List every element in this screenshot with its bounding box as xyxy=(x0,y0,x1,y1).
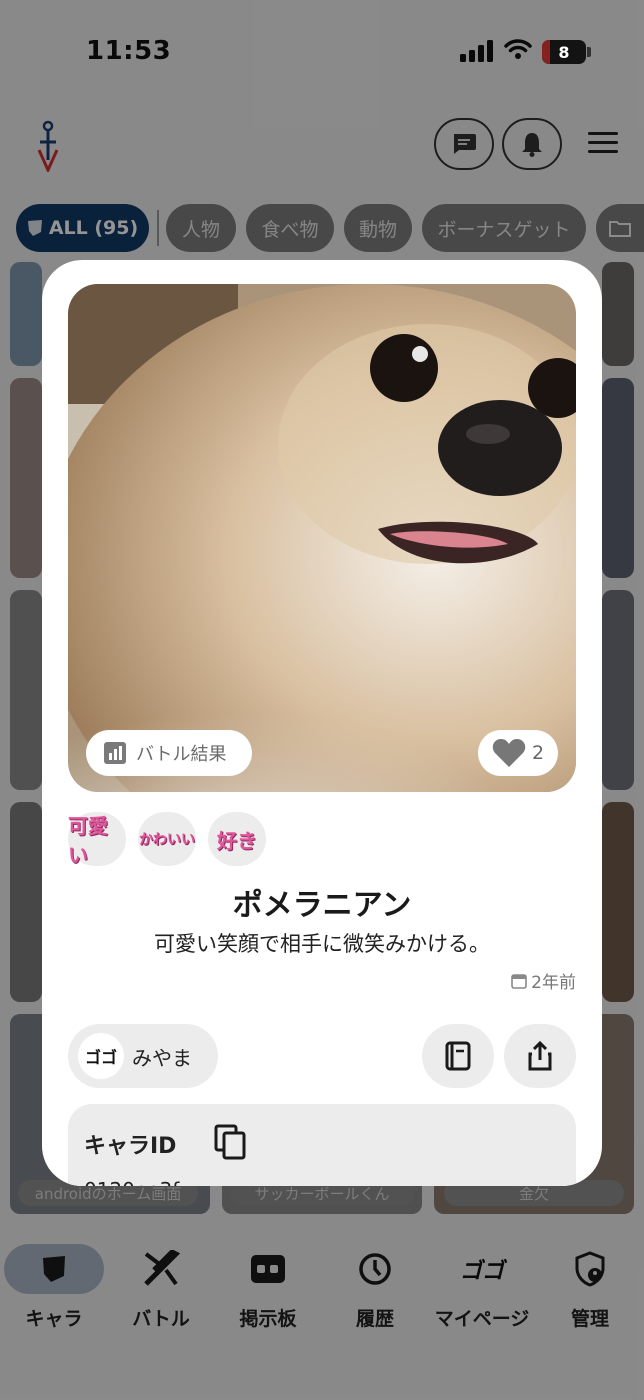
avatar: ゴゴ xyxy=(78,1033,124,1079)
author-chip[interactable]: ゴゴ みやま xyxy=(68,1024,218,1088)
bar-chart-icon xyxy=(104,742,126,764)
created-date: 2年前 xyxy=(511,968,576,993)
character-description: 可愛い笑顔で相手に微笑みかける。 xyxy=(154,932,490,956)
tag-badge[interactable]: かわいい xyxy=(138,812,196,866)
like-button[interactable]: 2 xyxy=(478,730,558,776)
character-id-box: キャラID 0120ee3f xyxy=(68,1104,576,1186)
tag-badge[interactable]: 好き xyxy=(208,812,266,866)
share-icon xyxy=(528,1041,552,1071)
character-name: ポメラニアン xyxy=(232,888,412,923)
book-button[interactable] xyxy=(422,1024,494,1088)
calendar-icon xyxy=(511,973,527,989)
tag-list: 可愛い かわいい 好き xyxy=(68,812,266,867)
battery-level: 8 xyxy=(558,42,570,62)
like-count: 2 xyxy=(531,742,545,764)
tag-badge[interactable]: 可愛い xyxy=(68,812,126,867)
character-detail-card: バトル結果 2 可愛い かわいい 好き ポメラニアン 可愛い笑顔で相手に微笑みか… xyxy=(42,260,602,1186)
book-icon xyxy=(445,1041,471,1071)
battle-result-label: バトル結果 xyxy=(136,744,227,765)
pomeranian-photo xyxy=(68,284,576,792)
character-image: バトル結果 2 xyxy=(68,284,576,792)
created-date-text: 2年前 xyxy=(531,973,576,993)
author-name: みやま xyxy=(132,1045,192,1070)
share-button[interactable] xyxy=(504,1024,576,1088)
copy-icon[interactable] xyxy=(214,1124,248,1160)
heart-icon xyxy=(492,739,526,767)
avatar-text: ゴゴ xyxy=(84,1048,117,1067)
character-id-label: キャラID xyxy=(84,1134,177,1159)
battle-result-button[interactable]: バトル結果 xyxy=(86,730,252,776)
character-id-value: 0120ee3f xyxy=(84,1178,179,1186)
